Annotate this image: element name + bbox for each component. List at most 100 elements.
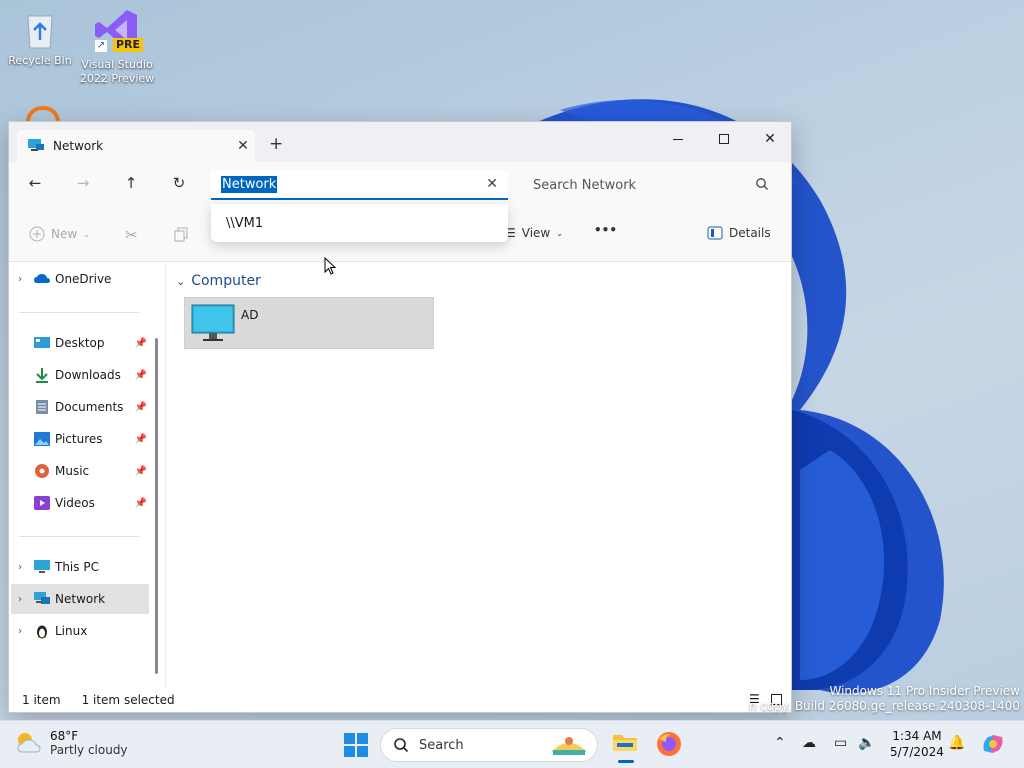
minimize-icon	[673, 138, 683, 140]
desktop-icon	[34, 337, 50, 348]
search-icon	[394, 738, 409, 753]
address-bar[interactable]: Network ✕	[211, 170, 508, 200]
copilot-button[interactable]	[980, 731, 1006, 757]
start-button[interactable]	[344, 733, 368, 757]
clock-time: 1:34 AM	[892, 729, 942, 743]
scissors-icon: ✂	[125, 226, 138, 244]
new-label: New	[51, 227, 78, 241]
chevron-right-icon[interactable]: ›	[11, 274, 29, 285]
sidebar-item-this-pc[interactable]: › This PC	[11, 552, 147, 582]
download-icon	[36, 368, 48, 383]
desktop-icon-visual-studio[interactable]: PRE ↗ Visual Studio 2022 Preview	[77, 6, 157, 86]
sidebar-item-downloads[interactable]: Downloads 📌	[11, 360, 147, 390]
forward-button[interactable]: →	[71, 174, 95, 196]
close-icon: ✕	[764, 131, 776, 147]
close-tab-icon[interactable]: ✕	[231, 138, 255, 154]
pictures-icon	[34, 432, 50, 446]
chevron-down-icon: ⌄	[176, 274, 186, 288]
refresh-button[interactable]: ↻	[167, 174, 191, 196]
maximize-icon	[719, 134, 729, 144]
sidebar-item-documents[interactable]: Documents 📌	[11, 392, 147, 422]
new-button[interactable]: New ⌄	[29, 226, 90, 242]
clock[interactable]: 1:34 AM 5/7/2024	[884, 728, 950, 760]
status-bar: 1 item 1 item selected ☰	[9, 688, 791, 712]
preview-badge: PRE	[112, 38, 143, 52]
back-button[interactable]: ←	[23, 174, 47, 196]
notification-bell-icon[interactable]: 🔔	[948, 735, 965, 751]
linux-icon	[37, 625, 47, 639]
taskbar-search[interactable]: Search	[380, 728, 598, 762]
address-input[interactable]: Network	[221, 175, 278, 193]
new-tab-button[interactable]: +	[269, 134, 283, 154]
sidebar-item-label: Linux	[55, 624, 88, 638]
sidebar-item-label: Documents	[55, 400, 124, 414]
group-title: Computer	[191, 273, 261, 289]
shortcut-arrow-icon: ↗	[95, 40, 107, 52]
group-header[interactable]: ⌄ Computer	[176, 273, 261, 289]
sidebar-item-videos[interactable]: Videos 📌	[11, 488, 147, 518]
network-icon	[34, 592, 50, 604]
selection-status: 1 item selected	[81, 693, 175, 707]
divider	[19, 312, 139, 313]
sidebar-item-network[interactable]: › Network	[11, 584, 149, 614]
pin-icon: 📌	[134, 369, 147, 381]
scrollbar[interactable]	[155, 338, 158, 674]
taskbar-firefox[interactable]	[656, 731, 686, 761]
desktop-icon-label: Recycle Bin	[8, 54, 72, 67]
search-placeholder: Search Network	[533, 177, 637, 193]
watermark-line-1: Windows 11 Pro Insider Preview	[829, 684, 1020, 698]
sidebar-item-linux[interactable]: › Linux	[11, 616, 147, 646]
maximize-button[interactable]	[701, 124, 747, 154]
pin-icon: 📌	[134, 497, 147, 509]
chevron-right-icon[interactable]: ›	[11, 626, 29, 637]
watermark-line-2: n copy. Build 26080.ge_release.240308-14…	[748, 699, 1020, 713]
partly-cloudy-icon	[17, 733, 41, 753]
arrow-left-icon: ←	[28, 174, 42, 192]
computer-icon	[34, 560, 50, 573]
chevron-right-icon[interactable]: ›	[11, 594, 29, 605]
chevron-down-icon: ⌄	[83, 229, 90, 239]
clear-address-icon[interactable]: ✕	[486, 176, 498, 192]
sidebar-item-label: OneDrive	[55, 272, 112, 286]
more-options-button[interactable]: •••	[594, 223, 617, 237]
copilot-icon	[983, 735, 1003, 753]
address-autocomplete-item[interactable]: \\VM1	[211, 204, 508, 242]
show-hidden-icons-chevron-up-icon[interactable]: ⌃	[774, 735, 786, 751]
network-item-ad[interactable]: AD	[184, 297, 434, 349]
close-window-button[interactable]: ✕	[747, 124, 793, 154]
arrow-up-icon: ↑	[124, 174, 138, 192]
up-button[interactable]: ↑	[119, 174, 143, 196]
chevron-right-icon[interactable]: ›	[11, 562, 29, 573]
details-button[interactable]: Details	[707, 226, 771, 240]
taskbar-file-explorer[interactable]	[612, 729, 642, 763]
sidebar-item-label: This PC	[55, 560, 99, 574]
volume-icon[interactable]: 🔈	[858, 735, 875, 751]
refresh-icon: ↻	[172, 174, 186, 192]
desktop-icon-recycle-bin[interactable]: Recycle Bin	[0, 10, 80, 68]
network-icon	[28, 139, 44, 151]
tab-network[interactable]: Network ✕	[17, 130, 255, 162]
document-icon	[36, 400, 48, 414]
sidebar-item-onedrive[interactable]: › OneDrive	[11, 264, 147, 294]
view-label: View	[521, 226, 551, 240]
active-indicator	[618, 760, 634, 763]
search-box[interactable]: Search Network	[521, 170, 779, 200]
sidebar-item-label: Desktop	[55, 336, 105, 350]
weather-widget[interactable]: 68°F Partly cloudy	[14, 729, 128, 757]
cut-button[interactable]: ✂	[125, 226, 138, 244]
pin-icon: 📌	[134, 337, 147, 349]
copy-button[interactable]	[173, 226, 189, 242]
item-label: AD	[241, 308, 259, 322]
minimize-button[interactable]	[655, 124, 701, 154]
sidebar-item-music[interactable]: Music 📌	[11, 456, 147, 486]
videos-icon	[34, 496, 50, 510]
view-button[interactable]: ☰ View ⌄	[505, 226, 563, 240]
onedrive-offline-icon[interactable]: ☁	[802, 735, 816, 751]
taskbar-search-label: Search	[419, 737, 464, 753]
sidebar-item-label: Videos	[55, 496, 95, 510]
copy-icon	[174, 227, 188, 242]
display-network-icon[interactable]: ▭	[834, 735, 847, 751]
details-pane-icon	[707, 226, 723, 240]
sidebar-item-pictures[interactable]: Pictures 📌	[11, 424, 147, 454]
sidebar-item-desktop[interactable]: Desktop 📌	[11, 328, 147, 358]
